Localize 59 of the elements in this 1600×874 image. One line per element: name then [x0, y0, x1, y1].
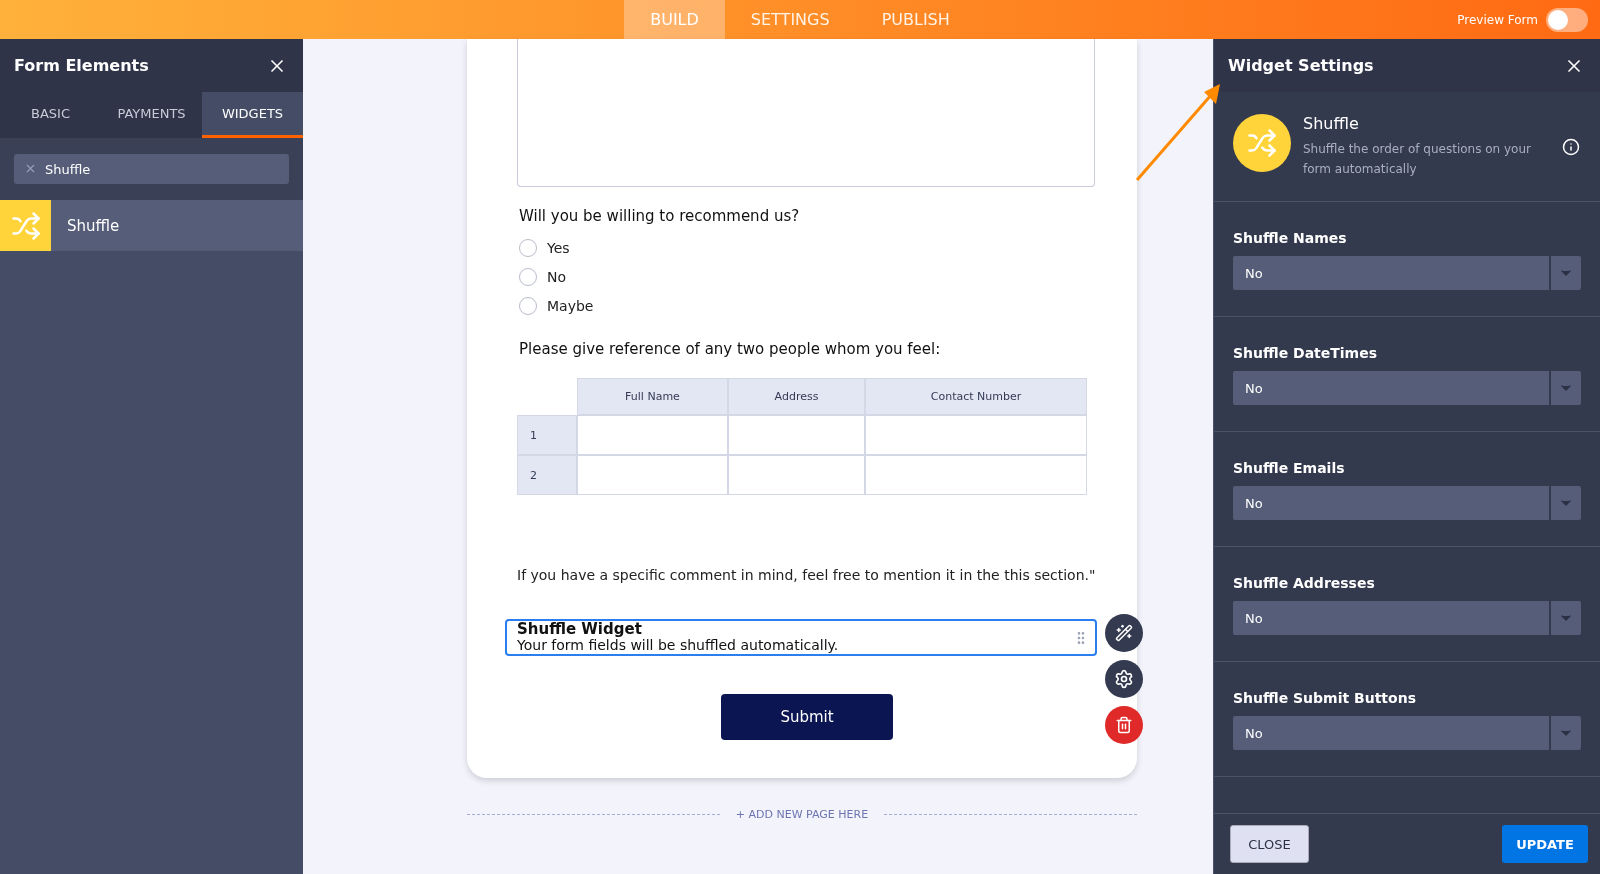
row-header: 1 — [517, 415, 577, 455]
search-field[interactable]: Shuffle — [14, 154, 289, 184]
shuffle-icon — [0, 200, 51, 251]
column-header: Address — [728, 378, 865, 415]
setting-label: Shuffle Addresses — [1233, 575, 1376, 591]
preview-toggle[interactable] — [1546, 7, 1588, 32]
table-cell[interactable] — [865, 455, 1087, 495]
setting-dropdown[interactable]: No — [1233, 486, 1581, 520]
table-cell[interactable] — [577, 415, 728, 455]
panel-title: Form Elements — [14, 56, 149, 75]
table-cell[interactable] — [728, 455, 865, 495]
panel-tab[interactable]: BASIC — [0, 92, 101, 138]
radio-label: Maybe — [547, 297, 594, 314]
table-cell[interactable] — [577, 455, 728, 495]
column-header: Full Name — [577, 378, 728, 415]
trash-icon — [1115, 716, 1133, 734]
panel-tab[interactable]: WIDGETS — [202, 92, 303, 138]
setting-dropdown[interactable]: No — [1233, 256, 1581, 290]
widget-box[interactable]: Shuffle Widget Your form fields will be shuffled automatically. — [505, 619, 1097, 656]
radio-button[interactable] — [519, 267, 537, 286]
radio-button[interactable] — [519, 296, 537, 315]
info-icon[interactable] — [1562, 138, 1580, 156]
row-header: 2 — [517, 455, 577, 495]
wand-button[interactable] — [1105, 614, 1143, 652]
preview-label: Preview Form — [1457, 12, 1538, 27]
widget-description: Shuffle the order of questions on your form automatically — [1303, 141, 1532, 178]
table-cell[interactable] — [728, 415, 865, 455]
setting-dropdown[interactable]: No — [1233, 601, 1581, 635]
settings-icon — [1114, 669, 1134, 689]
wand-icon — [1115, 624, 1133, 642]
panel-title: Widget Settings — [1228, 56, 1374, 75]
comment-text: If you have a specific comment in mind, feel free to mention it in the this section." — [517, 567, 1097, 583]
submit-button[interactable]: Submit — [721, 694, 893, 740]
radio-label: Yes — [547, 239, 570, 256]
question-label: Will you be willing to recommend us? — [519, 207, 801, 225]
setting-dropdown[interactable]: No — [1233, 371, 1581, 405]
panel-tab[interactable]: PAYMENTS — [101, 92, 202, 138]
setting-dropdown[interactable]: No — [1233, 716, 1581, 750]
setting-label: Shuffle Submit Buttons — [1233, 690, 1417, 706]
widget-title: Shuffle Widget — [517, 621, 643, 637]
table-cell[interactable] — [865, 415, 1087, 455]
setting-label: Shuffle DateTimes — [1233, 345, 1379, 361]
setting-label: Shuffle Emails — [1233, 460, 1346, 476]
question-label: Please give reference of any two people whom you feel: — [519, 340, 942, 358]
textarea-field[interactable] — [517, 39, 1095, 187]
widget-name: Shuffle — [1303, 114, 1360, 133]
delete-button[interactable] — [1105, 706, 1143, 744]
widget-description: Your form fields will be shuffled automatically. — [517, 637, 840, 654]
widget-item[interactable]: Shuffle — [0, 200, 303, 251]
radio-label: No — [547, 268, 567, 285]
radio-button[interactable] — [519, 238, 537, 257]
column-header: Contact Number — [865, 378, 1087, 415]
update-button[interactable]: UPDATE — [1502, 825, 1588, 863]
settings-button[interactable] — [1105, 660, 1143, 698]
shuffle-icon — [1233, 114, 1291, 172]
close-button[interactable]: CLOSE — [1230, 825, 1309, 863]
clear-icon[interactable] — [24, 162, 37, 175]
add-page-link[interactable]: + ADD NEW PAGE HERE — [735, 808, 869, 821]
setting-label: Shuffle Names — [1233, 230, 1348, 246]
